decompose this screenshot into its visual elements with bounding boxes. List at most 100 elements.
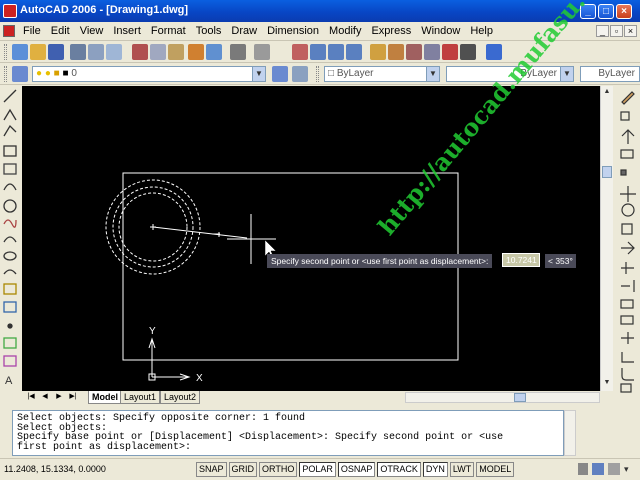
quickcalc-icon[interactable] <box>460 44 476 60</box>
scroll-thumb[interactable] <box>602 166 612 178</box>
chevron-down-icon[interactable]: ▼ <box>426 67 439 81</box>
region-icon[interactable] <box>3 355 17 367</box>
tab-model[interactable]: Model <box>88 391 122 404</box>
open-icon[interactable] <box>30 44 46 60</box>
menu-express[interactable]: Express <box>366 25 416 38</box>
menu-draw[interactable]: Draw <box>226 25 262 38</box>
close-button[interactable]: × <box>616 4 632 19</box>
scroll-up-icon[interactable]: ▲ <box>602 87 612 97</box>
make-current-layer-icon[interactable] <box>272 66 288 82</box>
dyn-toggle[interactable]: DYN <box>422 462 448 477</box>
dynamic-input-angle[interactable]: < 353° <box>545 254 576 268</box>
menu-view[interactable]: View <box>75 25 109 38</box>
copy-icon[interactable] <box>150 44 166 60</box>
vertical-scrollbar[interactable]: ▲ ▼ <box>600 86 613 391</box>
prev-tab-icon[interactable]: ◀ <box>40 392 50 402</box>
erase-icon[interactable] <box>621 91 635 105</box>
scroll-thumb[interactable] <box>514 393 526 402</box>
undo-icon[interactable] <box>230 44 246 60</box>
match-properties-icon[interactable] <box>188 44 204 60</box>
markup-icon[interactable] <box>442 44 458 60</box>
lineweight-dropdown[interactable]: ByLayer <box>580 66 640 82</box>
status-menu-icon[interactable]: ▾ <box>624 463 634 475</box>
circle-icon[interactable] <box>3 199 17 213</box>
zoom-realtime-icon[interactable] <box>310 44 326 60</box>
stretch-icon[interactable] <box>621 241 635 255</box>
point-icon[interactable] <box>7 323 13 329</box>
zoom-previous-icon[interactable] <box>346 44 362 60</box>
new-icon[interactable] <box>12 44 28 60</box>
model-toggle[interactable]: MODEL <box>476 462 515 477</box>
print-icon[interactable] <box>70 44 86 60</box>
snap-toggle[interactable]: SNAP <box>196 462 227 477</box>
comm-center-icon[interactable] <box>592 463 604 475</box>
spline-icon[interactable] <box>3 236 17 243</box>
menu-file[interactable]: File <box>18 25 46 38</box>
toolbar-grip[interactable] <box>4 66 7 82</box>
construction-line-icon[interactable] <box>3 108 17 121</box>
grid-toggle[interactable]: GRID <box>228 462 258 477</box>
publish-icon[interactable] <box>106 44 122 60</box>
chevron-down-icon[interactable]: ▼ <box>560 67 573 81</box>
array-icon[interactable] <box>620 169 627 176</box>
menu-window[interactable]: Window <box>416 25 465 38</box>
plot-preview-icon[interactable] <box>88 44 104 60</box>
first-tab-icon[interactable]: |◀ <box>26 392 36 402</box>
block-editor-icon[interactable] <box>206 44 222 60</box>
lwt-toggle[interactable]: LWT <box>449 462 475 477</box>
cut-icon[interactable] <box>132 44 148 60</box>
horizontal-scrollbar[interactable] <box>405 392 600 403</box>
move-icon[interactable] <box>620 186 636 202</box>
menu-help[interactable]: Help <box>465 25 498 38</box>
menu-insert[interactable]: Insert <box>108 25 146 38</box>
chamfer-icon[interactable] <box>621 352 634 363</box>
layer-dropdown[interactable]: ● ● ■ ■ 0 ▼ <box>32 66 266 82</box>
trim-icon[interactable] <box>621 262 634 274</box>
drawing-canvas[interactable]: Y X <box>22 86 600 391</box>
zoom-window-icon[interactable] <box>328 44 344 60</box>
doc-minimize-button[interactable]: _ <box>596 25 609 37</box>
document-icon[interactable] <box>3 25 15 37</box>
otrack-toggle[interactable]: OTRACK <box>377 462 421 477</box>
ellipse-icon[interactable] <box>3 251 17 261</box>
arc-icon[interactable] <box>3 183 17 191</box>
rotate-icon[interactable] <box>621 203 635 217</box>
menu-tools[interactable]: Tools <box>191 25 227 38</box>
command-scrollbar[interactable] <box>564 410 576 456</box>
polyline-icon[interactable] <box>3 124 17 137</box>
layer-previous-icon[interactable] <box>292 66 308 82</box>
toolbar-grip[interactable] <box>4 44 7 60</box>
join-icon[interactable] <box>621 332 634 344</box>
menu-format[interactable]: Format <box>146 25 191 38</box>
polar-toggle[interactable]: POLAR <box>299 462 336 477</box>
redo-icon[interactable] <box>254 44 270 60</box>
lock-icon[interactable] <box>578 463 588 475</box>
tool-palettes-icon[interactable] <box>406 44 422 60</box>
polygon-icon[interactable] <box>3 145 17 157</box>
design-center-icon[interactable] <box>388 44 404 60</box>
copy-object-icon[interactable] <box>620 111 630 121</box>
scroll-down-icon[interactable]: ▼ <box>602 378 612 388</box>
help-icon[interactable] <box>486 44 502 60</box>
break-at-point-icon[interactable] <box>620 299 634 309</box>
mirror-icon[interactable] <box>621 129 635 144</box>
properties-icon[interactable] <box>370 44 386 60</box>
rectangle-icon[interactable] <box>3 163 17 175</box>
menu-modify[interactable]: Modify <box>324 25 366 38</box>
extend-icon[interactable] <box>621 280 635 292</box>
sheet-set-icon[interactable] <box>424 44 440 60</box>
explode-icon[interactable] <box>620 383 632 393</box>
doc-close-button[interactable]: × <box>624 25 637 37</box>
menu-edit[interactable]: Edit <box>46 25 75 38</box>
clean-screen-icon[interactable] <box>608 463 620 475</box>
color-dropdown[interactable]: □ ByLayer ▼ <box>324 66 440 82</box>
pan-icon[interactable] <box>292 44 308 60</box>
multiline-text-icon[interactable]: A <box>5 375 13 387</box>
coordinate-readout[interactable]: 11.2408, 15.1334, 0.0000 <box>4 464 106 474</box>
save-icon[interactable] <box>48 44 64 60</box>
layer-manager-icon[interactable] <box>12 66 28 82</box>
paste-icon[interactable] <box>168 44 184 60</box>
tab-layout1[interactable]: Layout1 <box>120 391 161 404</box>
revision-cloud-icon[interactable] <box>3 219 17 228</box>
osnap-toggle[interactable]: OSNAP <box>337 462 376 477</box>
